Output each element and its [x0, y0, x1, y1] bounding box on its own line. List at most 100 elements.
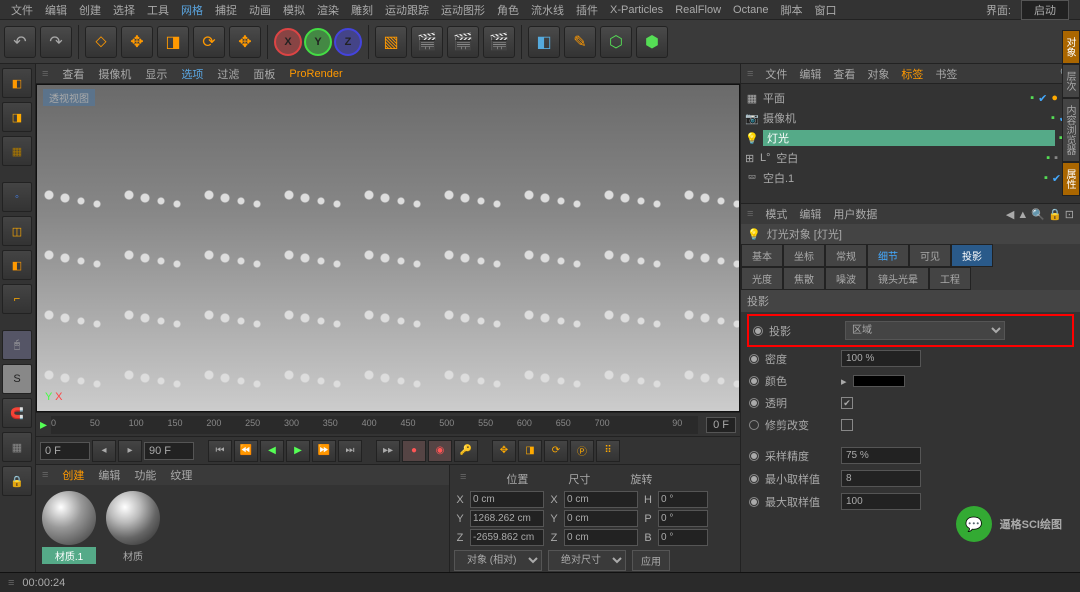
tab-details[interactable]: 细节 — [867, 244, 909, 267]
menu-xp[interactable]: X-Particles — [610, 4, 663, 16]
viewport[interactable]: 透视视图 Y X — [36, 84, 740, 412]
param-key-button[interactable]: Ⓟ — [570, 440, 594, 462]
frame-end-field[interactable]: 90 F — [144, 442, 194, 460]
rot-b-field[interactable] — [658, 529, 708, 546]
last-tool[interactable]: ✥ — [229, 26, 261, 58]
menu-rf[interactable]: RealFlow — [675, 4, 721, 16]
cube-primitive-button[interactable]: ◧ — [528, 26, 560, 58]
texture-mode-button[interactable]: ◨ — [2, 102, 32, 132]
pos-key-button[interactable]: ✥ — [492, 440, 516, 462]
attr-userdata-menu[interactable]: 用户数据 — [833, 206, 877, 222]
edge-mode-button[interactable]: ◫ — [2, 216, 32, 246]
next-key-button[interactable]: ▸ — [118, 440, 142, 462]
om-bookmarks-menu[interactable]: 书签 — [935, 66, 957, 82]
play-button[interactable]: ▶ — [286, 440, 310, 462]
tab-shadow[interactable]: 投影 — [951, 244, 993, 267]
coord-mode1-select[interactable]: 对象 (相对) — [454, 550, 542, 571]
pla-key-button[interactable]: ⠿ — [596, 440, 620, 462]
menu-track[interactable]: 运动跟踪 — [385, 2, 429, 18]
size-z-field[interactable] — [564, 529, 638, 546]
axis-y-button[interactable]: Y — [304, 28, 332, 56]
workplane-button[interactable]: ▦ — [2, 136, 32, 166]
tab-photometric[interactable]: 光度 — [741, 267, 783, 290]
object-tree[interactable]: ▦ 平面 ▪✔ ● 📷 摄像机 ▪✔ ▫ 💡 灯光 ▪✔ ⊞ L° 空白 ▪▪ … — [741, 84, 1080, 204]
tab-lens[interactable]: 镜头光晕 — [867, 267, 929, 290]
sidetab-objects[interactable]: 对象 — [1062, 30, 1080, 64]
max-samples-field[interactable]: 100 — [841, 493, 921, 510]
menu-snap[interactable]: 捕捉 — [215, 2, 237, 18]
vp-view-menu[interactable]: 查看 — [62, 66, 84, 82]
material-item[interactable]: 材质 — [106, 491, 160, 564]
goto-start-button[interactable]: ⏮ — [208, 440, 232, 462]
generator-button[interactable]: ⬡ — [600, 26, 632, 58]
render-view-button[interactable]: ▧ — [375, 26, 407, 58]
coord-mode2-select[interactable]: 绝对尺寸 — [548, 550, 626, 571]
render-queue-button[interactable]: 🎬 — [483, 26, 515, 58]
min-samples-field[interactable]: 8 — [841, 470, 921, 487]
pos-x-field[interactable] — [470, 491, 544, 508]
rot-key-button[interactable]: ⟳ — [544, 440, 568, 462]
menu-render[interactable]: 渲染 — [317, 2, 339, 18]
vp-filter-menu[interactable]: 过滤 — [217, 66, 239, 82]
tree-row-plane[interactable]: ▦ 平面 ▪✔ ● — [745, 88, 1076, 108]
axis-mode-button[interactable]: ⌐ — [2, 284, 32, 314]
menu-file[interactable]: 文件 — [11, 2, 33, 18]
vp-options-menu[interactable]: 选项 — [181, 66, 203, 82]
menu-edit[interactable]: 编辑 — [45, 2, 67, 18]
size-y-field[interactable] — [564, 510, 638, 527]
render-settings-button[interactable]: 🎬 — [447, 26, 479, 58]
menu-sim[interactable]: 模拟 — [283, 2, 305, 18]
om-view-menu[interactable]: 查看 — [833, 66, 855, 82]
tweak-mode-button[interactable]: 🖰 — [2, 330, 32, 360]
layout-selector[interactable]: 启动 — [1021, 0, 1069, 20]
apply-button[interactable]: 应用 — [632, 550, 670, 571]
om-file-menu[interactable]: 文件 — [765, 66, 787, 82]
attr-edit-menu[interactable]: 编辑 — [799, 206, 821, 222]
menu-tools[interactable]: 工具 — [147, 2, 169, 18]
prev-frame-button[interactable]: ⏪ — [234, 440, 258, 462]
menu-mesh[interactable]: 网格 — [181, 2, 203, 18]
vp-prorender-menu[interactable]: ProRender — [289, 68, 342, 80]
om-tags-menu[interactable]: 标签 — [901, 66, 923, 82]
workplane-icon[interactable]: ▦ — [2, 432, 32, 462]
frame-start-field[interactable]: 0 F — [706, 417, 736, 433]
attr-mode-menu[interactable]: 模式 — [765, 206, 787, 222]
magnet-icon[interactable]: 🧲 — [2, 398, 32, 428]
pos-y-field[interactable] — [470, 510, 544, 527]
rot-h-field[interactable] — [658, 491, 708, 508]
size-x-field[interactable] — [564, 491, 638, 508]
pos-z-field[interactable] — [470, 529, 544, 546]
tree-row-light[interactable]: 💡 灯光 ▪✔ — [745, 128, 1076, 148]
lock-icon[interactable]: 🔒 — [2, 466, 32, 496]
density-field[interactable]: 100 % — [841, 350, 921, 367]
tree-row-camera[interactable]: 📷 摄像机 ▪✔ ▫ — [745, 108, 1076, 128]
deformer-button[interactable]: ⬢ — [636, 26, 668, 58]
vp-panel-menu[interactable]: 面板 — [253, 66, 275, 82]
play-back-button[interactable]: ◀ — [260, 440, 284, 462]
color-swatch[interactable] — [853, 375, 905, 387]
timeline-ruler[interactable]: ▸ 0 50 100 150 200 250 300 350 400 450 5… — [36, 412, 740, 436]
vp-camera-menu[interactable]: 摄像机 — [98, 66, 131, 82]
tab-project[interactable]: 工程 — [929, 267, 971, 290]
menu-mograph[interactable]: 运动图形 — [441, 2, 485, 18]
select-tool[interactable]: ⬦ — [85, 26, 117, 58]
tab-general[interactable]: 常规 — [825, 244, 867, 267]
shadow-type-select[interactable]: 区域 — [845, 321, 1005, 340]
accuracy-field[interactable]: 75 % — [841, 447, 921, 464]
om-object-menu[interactable]: 对象 — [867, 66, 889, 82]
material-name[interactable]: 材质 — [106, 547, 160, 564]
tab-caustics[interactable]: 焦散 — [783, 267, 825, 290]
tab-visibility[interactable]: 可见 — [909, 244, 951, 267]
record-button[interactable]: ● — [402, 440, 426, 462]
menu-select[interactable]: 选择 — [113, 2, 135, 18]
key-button[interactable]: 🔑 — [454, 440, 478, 462]
point-mode-button[interactable]: ◦ — [2, 182, 32, 212]
om-edit-menu[interactable]: 编辑 — [799, 66, 821, 82]
menu-anim[interactable]: 动画 — [249, 2, 271, 18]
snap-button[interactable]: S — [2, 364, 32, 394]
next-frame-button[interactable]: ⏩ — [312, 440, 336, 462]
move-tool[interactable]: ✥ — [121, 26, 153, 58]
mat-edit-menu[interactable]: 编辑 — [98, 467, 120, 483]
tab-coord[interactable]: 坐标 — [783, 244, 825, 267]
scale-tool[interactable]: ◨ — [157, 26, 189, 58]
